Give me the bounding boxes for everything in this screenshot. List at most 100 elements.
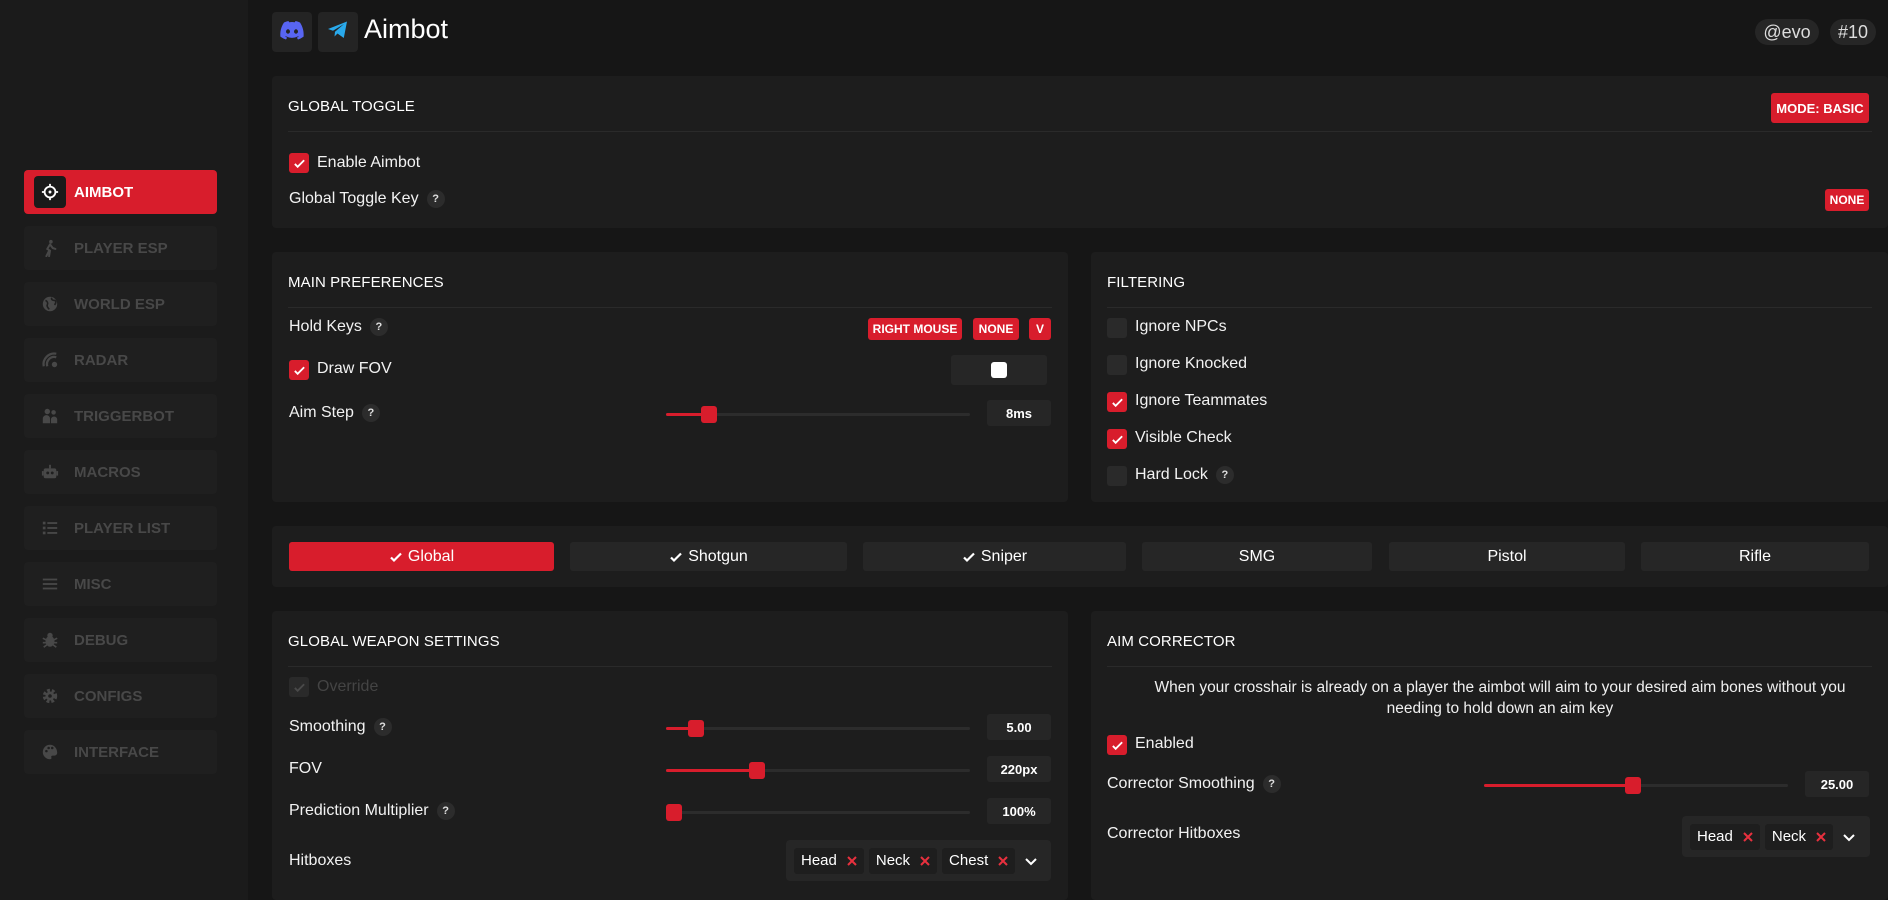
sidebar-item-macros[interactable]: MACROS [24, 450, 217, 494]
tab-smg[interactable]: SMG [1142, 542, 1372, 571]
sidebar-item-misc[interactable]: MISC [24, 562, 217, 606]
sidebar-item-label: RADAR [74, 351, 129, 369]
visible-check-checkbox[interactable] [1107, 429, 1127, 449]
help-icon[interactable]: ? [361, 404, 380, 422]
sidebar-item-label: CONFIGS [74, 687, 143, 705]
hold-keys-row: Hold Keys ? [289, 318, 388, 336]
hitboxes-select[interactable]: Head Neck Chest [786, 840, 1051, 881]
chip-label: Head [801, 852, 837, 869]
ignore-npcs-checkbox[interactable] [1107, 318, 1127, 338]
slider-handle[interactable] [700, 406, 717, 423]
check-icon [293, 683, 305, 692]
chevron-down-icon[interactable] [1024, 854, 1038, 868]
slider-handle[interactable] [666, 804, 682, 821]
check-icon [670, 552, 682, 562]
fov-slider[interactable] [666, 762, 970, 779]
smoothing-slider[interactable] [666, 720, 970, 737]
hold-key-v[interactable]: V [1029, 318, 1051, 340]
help-icon[interactable]: ? [369, 318, 388, 336]
sidebar-item-radar[interactable]: RADAR [24, 338, 217, 382]
remove-icon[interactable] [997, 855, 1009, 867]
aim-corrector-description: When your crosshair is already on a play… [1110, 677, 1888, 719]
telegram-button[interactable] [318, 12, 358, 52]
draw-fov-checkbox[interactable] [289, 360, 309, 380]
aim-step-value[interactable]: 8ms [987, 400, 1051, 426]
hold-key-right-mouse[interactable]: RIGHT MOUSE [868, 318, 962, 340]
check-icon [293, 366, 305, 375]
tab-shotgun[interactable]: Shotgun [570, 542, 847, 571]
sidebar-item-configs[interactable]: CONFIGS [24, 674, 217, 718]
corrector-hitboxes-select[interactable]: Head Neck [1682, 816, 1870, 857]
prediction-row: Prediction Multiplier ? [289, 802, 455, 820]
global-weapon-settings-card: GLOBAL WEAPON SETTINGS Override Smoothin… [272, 611, 1068, 900]
card-title: FILTERING [1107, 274, 1186, 291]
override-label: Override [317, 678, 379, 695]
prediction-slider[interactable] [666, 804, 970, 821]
corrector-smoothing-value[interactable]: 25.00 [1805, 771, 1869, 797]
corrector-enabled-checkbox[interactable] [1107, 735, 1127, 755]
aim-corrector-card: AIM CORRECTOR Enabled Corrector Smoothin… [1091, 611, 1888, 900]
remove-icon[interactable] [919, 855, 931, 867]
discord-button[interactable] [272, 12, 312, 52]
tab-pistol[interactable]: Pistol [1389, 542, 1625, 571]
chevron-down-icon[interactable] [1842, 830, 1856, 844]
slider-handle[interactable] [1624, 777, 1641, 794]
sidebar-item-debug[interactable]: DEBUG [24, 618, 217, 662]
help-icon[interactable]: ? [426, 190, 445, 208]
mode-button[interactable]: MODE: BASIC [1771, 93, 1869, 123]
card-title: GLOBAL WEAPON SETTINGS [288, 633, 500, 650]
smoothing-value[interactable]: 5.00 [987, 714, 1051, 740]
help-icon[interactable]: ? [436, 802, 455, 820]
slider-fill [1484, 784, 1633, 787]
corrector-smoothing-slider[interactable] [1484, 777, 1788, 794]
ignore-teammates-checkbox[interactable] [1107, 392, 1127, 412]
draw-fov-label: Draw FOV [317, 360, 392, 377]
sidebar-item-triggerbot[interactable]: TRIGGERBOT [24, 394, 217, 438]
tab-global[interactable]: Global [289, 542, 554, 571]
divider [288, 131, 1872, 132]
list-icon [34, 512, 66, 544]
globe-icon [34, 288, 66, 320]
people-icon [34, 400, 66, 432]
fov-value[interactable]: 220px [987, 756, 1051, 782]
main-preferences-card: MAIN PREFERENCES Hold Keys ? RIGHT MOUSE… [272, 252, 1068, 502]
help-icon[interactable]: ? [1262, 775, 1281, 793]
tab-label: Rifle [1738, 547, 1771, 565]
prediction-value[interactable]: 100% [987, 798, 1051, 824]
remove-icon[interactable] [1742, 831, 1754, 843]
aim-step-slider[interactable] [666, 406, 970, 423]
help-icon[interactable]: ? [1215, 466, 1234, 484]
override-checkbox[interactable] [289, 677, 309, 697]
sidebar-item-aimbot[interactable]: AIMBOT [24, 170, 217, 214]
enable-aimbot-checkbox[interactable] [289, 153, 309, 173]
hard-lock-checkbox[interactable] [1107, 466, 1127, 486]
hitbox-chip-neck: Neck [1764, 823, 1834, 850]
sidebar-item-label: TRIGGERBOT [74, 407, 174, 425]
sidebar-item-interface[interactable]: INTERFACE [24, 730, 217, 774]
remove-icon[interactable] [846, 855, 858, 867]
prediction-label: Prediction Multiplier [289, 802, 429, 819]
ignore-knocked-checkbox[interactable] [1107, 355, 1127, 375]
slider-handle[interactable] [688, 720, 705, 737]
tab-rifle[interactable]: Rifle [1641, 542, 1869, 571]
help-icon[interactable]: ? [373, 718, 392, 736]
chip-label: Head [1697, 828, 1733, 845]
hold-key-none[interactable]: NONE [973, 318, 1019, 340]
tab-sniper[interactable]: Sniper [863, 542, 1126, 571]
ignore-npcs-label: Ignore NPCs [1135, 318, 1227, 335]
sidebar-item-world-esp[interactable]: WORLD ESP [24, 282, 217, 326]
check-icon [1111, 398, 1123, 407]
slider-fill [666, 769, 758, 772]
remove-icon[interactable] [1815, 831, 1827, 843]
global-toggle-key-button[interactable]: NONE [1825, 189, 1869, 211]
crosshair-icon [34, 176, 66, 208]
sidebar-item-player-esp[interactable]: PLAYER ESP [24, 226, 217, 270]
sidebar-item-label: PLAYER ESP [74, 239, 168, 257]
sidebar-item-player-list[interactable]: PLAYER LIST [24, 506, 217, 550]
fov-color-picker[interactable] [951, 355, 1047, 385]
aim-step-row: Aim Step ? [289, 404, 380, 422]
aim-step-label: Aim Step [289, 404, 354, 421]
corrector-hitboxes-label: Corrector Hitboxes [1107, 825, 1241, 842]
slider-handle[interactable] [749, 762, 766, 779]
check-icon [390, 552, 402, 562]
